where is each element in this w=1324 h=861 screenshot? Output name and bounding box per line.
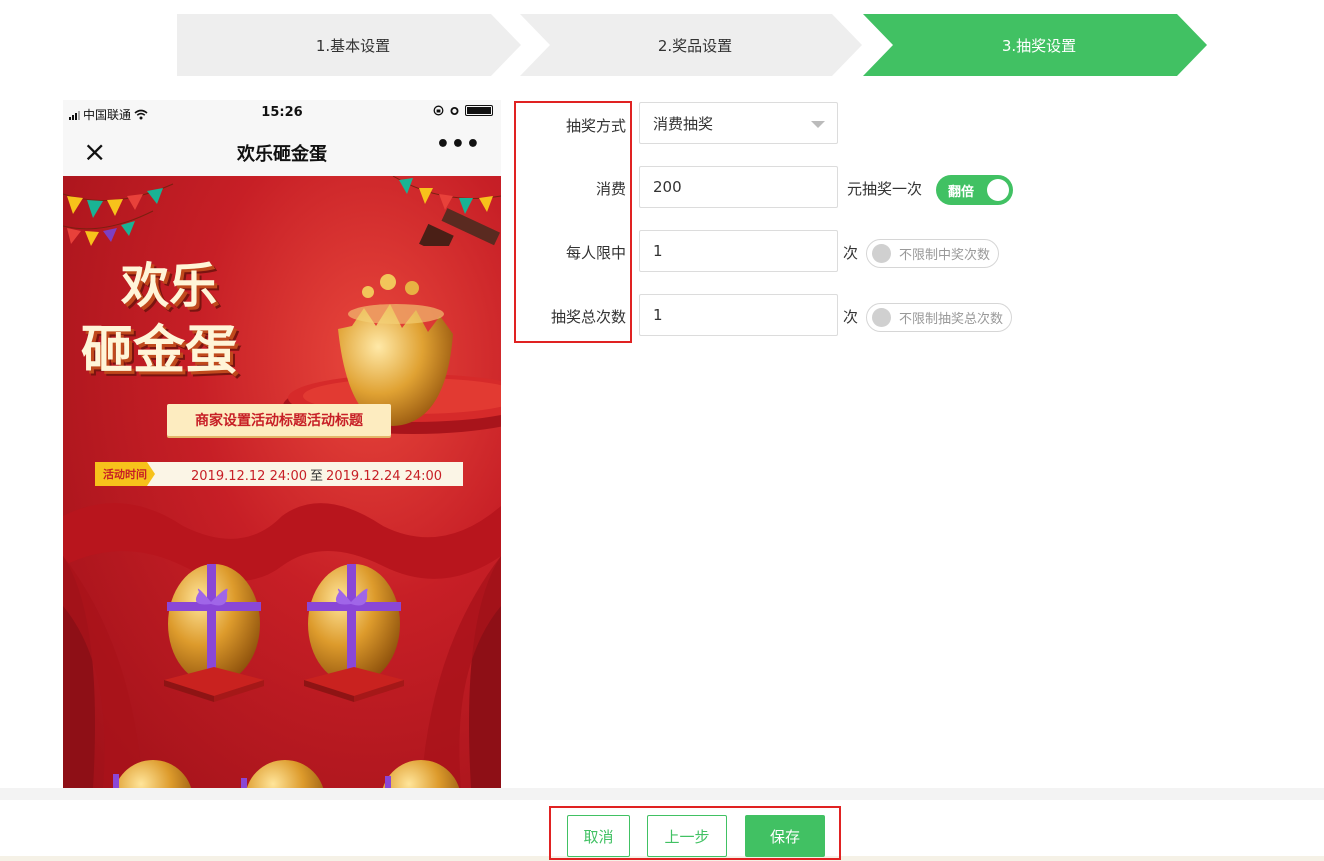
toggle-knob (987, 179, 1009, 201)
method-label: 抽奖方式 (565, 117, 626, 135)
golden-egg-icon[interactable] (299, 562, 409, 702)
poster-image: 欢乐 砸金蛋 商家设置活动标题活动标题 活动时间 2019.12.12 24:0… (63, 176, 501, 788)
curtain-decoration (63, 503, 501, 788)
unlimited-draws-label: 不限制抽奖总次数 (899, 312, 1004, 327)
poster-logo: 欢乐 砸金蛋 (81, 246, 291, 381)
step-label: 1.基本设置 (315, 36, 391, 55)
cancel-button[interactable]: 取消 (567, 815, 630, 857)
step-lottery-settings[interactable]: 3.抽奖设置 (863, 14, 1207, 76)
unlimited-wins-label: 不限制中奖次数 (899, 248, 991, 263)
toggle-knob (872, 244, 891, 263)
toggle-knob (872, 308, 891, 327)
activity-time-range: 2019.12.12 24:00 至 2019.12.24 24:00 (191, 465, 442, 484)
spend-amount-input[interactable] (639, 166, 838, 208)
lock-rotation-icon (433, 105, 444, 116)
more-icon[interactable]: ••• (436, 132, 481, 157)
phone-preview: 中国联通 15:26 × 欢乐砸金蛋 ••• 欢乐 砸金蛋 商家设置活动标题活动… (63, 100, 501, 788)
previous-step-button[interactable]: 上一步 (647, 815, 727, 857)
phone-nav-bar: × 欢乐砸金蛋 ••• (63, 128, 501, 176)
poster-logo-line2: 砸金蛋 (81, 320, 238, 381)
spend-label: 消费 (595, 180, 626, 198)
activity-title-banner: 商家设置活动标题活动标题 (167, 404, 391, 436)
golden-egg-icon[interactable] (159, 562, 269, 702)
alarm-icon (450, 107, 459, 115)
double-toggle-label: 翻倍 (948, 184, 975, 200)
total-suffix: 次 (843, 308, 859, 326)
lottery-method-value: 消费抽奖 (653, 114, 714, 133)
step-label: 3.抽奖设置 (1001, 36, 1077, 55)
step-prize-settings[interactable]: 2.奖品设置 (520, 14, 862, 76)
per-person-label: 每人限中 (565, 244, 626, 262)
step-basic-settings[interactable]: 1.基本设置 (177, 14, 521, 76)
save-button[interactable]: 保存 (745, 815, 825, 857)
unlimited-draws-toggle[interactable]: 不限制抽奖总次数 (866, 303, 1013, 332)
page-root: 1.基本设置 2.奖品设置 3.抽奖设置 中国联通 15:26 × 欢乐砸金蛋 … (0, 0, 1324, 861)
golden-egg-icon[interactable] (235, 758, 335, 788)
per-person-limit-input[interactable] (639, 230, 838, 272)
golden-egg-icon[interactable] (371, 758, 471, 788)
activity-time-tag: 活动时间 (95, 462, 155, 486)
bunting-decoration (63, 176, 501, 246)
step-progress: 1.基本设置 2.奖品设置 3.抽奖设置 (177, 14, 1207, 76)
total-label: 抽奖总次数 (550, 308, 626, 326)
activity-time-bar: 活动时间 2019.12.12 24:00 至 2019.12.24 24:00 (95, 462, 463, 486)
activity-end-time: 2019.12.24 24:00 (326, 468, 443, 484)
phone-status-bar: 中国联通 15:26 (63, 100, 501, 128)
status-right (433, 105, 493, 116)
unlimited-wins-toggle[interactable]: 不限制中奖次数 (866, 239, 1000, 268)
spend-suffix: 元抽奖一次 (847, 180, 923, 198)
total-draws-input[interactable] (639, 294, 838, 336)
battery-icon (465, 105, 493, 116)
step-label: 2.奖品设置 (657, 36, 733, 55)
activity-time-separator: 至 (310, 468, 324, 484)
double-toggle[interactable]: 翻倍 (936, 175, 1013, 205)
golden-egg-icon[interactable] (103, 758, 203, 788)
activity-start-time: 2019.12.12 24:00 (191, 468, 308, 484)
poster-logo-line1: 欢乐 (121, 258, 218, 314)
per-person-suffix: 次 (843, 244, 859, 262)
caret-down-icon (811, 121, 825, 128)
lottery-method-select[interactable]: 消费抽奖 (639, 102, 838, 144)
